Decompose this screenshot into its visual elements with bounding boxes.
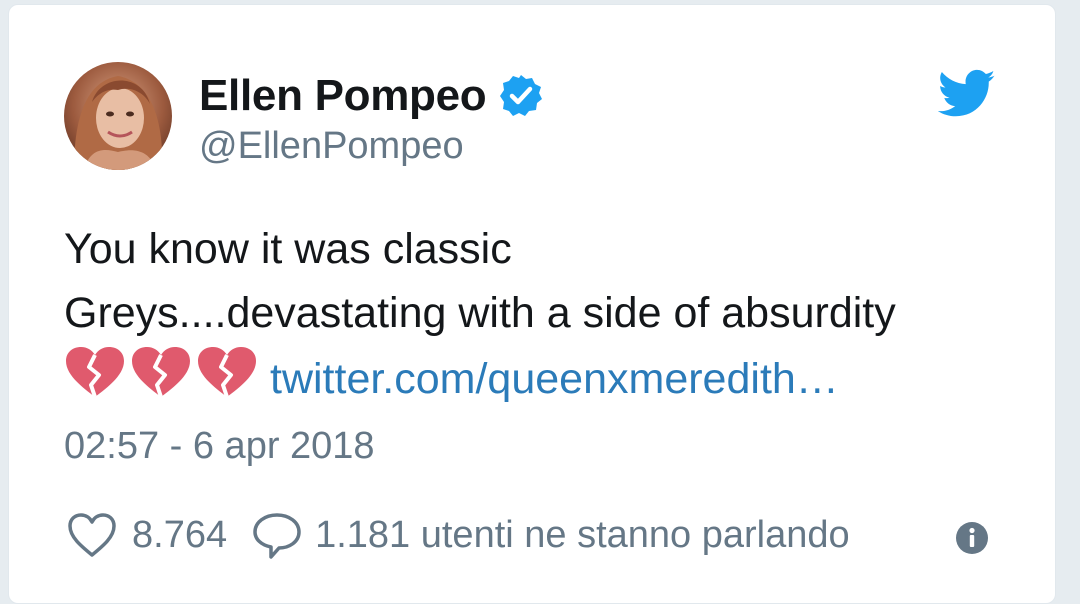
tweet-actions: 8.764 1.181 utenti ne stanno parlando [64, 505, 850, 565]
like-button[interactable]: 8.764 [64, 507, 227, 563]
broken-heart-icon [64, 345, 126, 399]
emoji-group [64, 345, 262, 417]
user-handle[interactable]: @EllenPompeo [199, 125, 464, 168]
broken-heart-icon [196, 345, 258, 399]
tweet-text-line-2: Greys....devastating with a side of absu… [64, 289, 896, 337]
conversation-count: 1.181 utenti ne stanno parlando [315, 513, 850, 556]
heart-outline-icon[interactable] [64, 507, 120, 563]
conversation-button[interactable]: 1.181 utenti ne stanno parlando [249, 507, 850, 563]
likes-count: 8.764 [132, 513, 228, 556]
speech-bubble-icon[interactable] [249, 507, 305, 563]
tweet-link[interactable]: twitter.com/queenxmeredith… [270, 355, 839, 403]
twitter-bird-icon[interactable] [937, 69, 996, 119]
tweet-timestamp[interactable]: 02:57 - 6 apr 2018 [64, 425, 375, 468]
tweet-text: You know it was classic Greys....devasta… [64, 217, 1044, 417]
tweet-text-line-1: You know it was classic [64, 225, 512, 273]
verified-badge-icon [498, 73, 544, 119]
info-icon[interactable] [955, 521, 989, 555]
display-name[interactable]: Ellen Pompeo [199, 71, 487, 121]
avatar[interactable] [64, 62, 172, 170]
tweet-card[interactable]: Ellen Pompeo @EllenPompeo You know it wa… [8, 4, 1056, 604]
tweet-text-line-3: twitter.com/queenxmeredith… [64, 345, 1044, 417]
broken-heart-icon [130, 345, 192, 399]
author-name-row[interactable]: Ellen Pompeo [199, 69, 544, 123]
